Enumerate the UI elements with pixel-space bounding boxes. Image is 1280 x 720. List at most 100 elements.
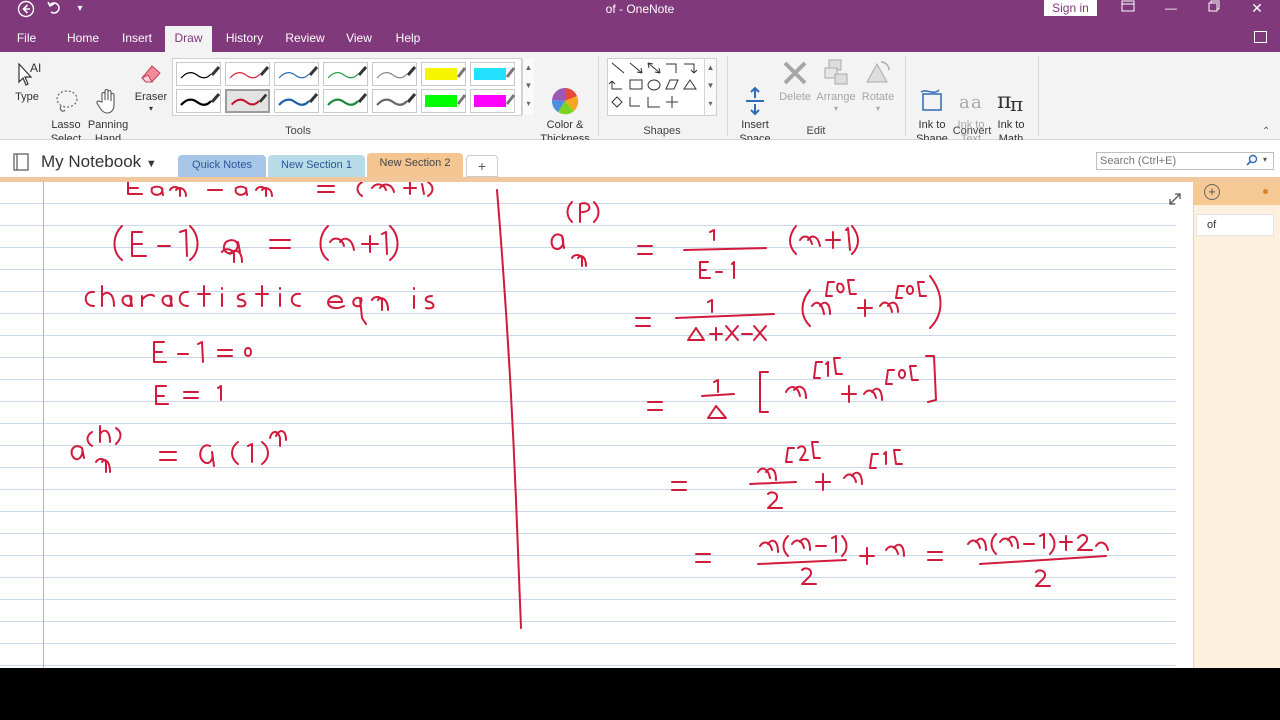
add-page-bar[interactable]: + [1193, 182, 1280, 205]
svg-text:π: π [1010, 92, 1023, 116]
notifications-panel-icon[interactable] [1254, 31, 1267, 43]
color-thickness-button[interactable]: Color & Thickness [536, 58, 594, 146]
arrange-icon [814, 58, 858, 88]
divider [905, 56, 906, 136]
section-tab-new-section-2[interactable]: New Section 2 [367, 153, 463, 177]
pen-gray-thin[interactable] [372, 62, 417, 86]
highlighter-green[interactable] [421, 89, 467, 113]
page-item[interactable]: of [1196, 214, 1274, 236]
pen-green-thin[interactable] [323, 62, 368, 86]
panning-hand-button[interactable]: Panning Hand [86, 58, 130, 146]
shapes-gallery-scroll[interactable]: ▲ ▼ ▾ [704, 59, 716, 115]
close-icon[interactable]: ✕ [1237, 0, 1277, 18]
tab-insert[interactable]: Insert [115, 26, 159, 52]
arrange-dropdown-icon: ▾ [833, 104, 838, 113]
notebook-name-label: My Notebook [41, 152, 142, 171]
rotate-icon [858, 58, 898, 88]
section-tab-quick-notes[interactable]: Quick Notes [178, 155, 266, 177]
more-pens-icon[interactable]: ▾ [523, 95, 534, 113]
insert-space-icon [734, 72, 776, 116]
rotate-button[interactable]: Rotate ▾ [858, 58, 898, 114]
tab-file[interactable]: File [8, 26, 45, 52]
pen-blue-thick[interactable] [274, 89, 319, 113]
maximize-icon[interactable] [1194, 0, 1234, 18]
search-icon[interactable] [1246, 154, 1258, 169]
pi-icon: ππ [990, 72, 1032, 116]
notebook-dropdown-icon[interactable]: ▼ [146, 158, 157, 170]
page-canvas[interactable] [0, 182, 1193, 668]
ink-to-text-icon: aa [952, 72, 990, 113]
handwritten-ink [70, 182, 1109, 629]
sign-in-button[interactable]: Sign in [1044, 0, 1097, 16]
type-label: Type [15, 91, 39, 103]
divider [727, 56, 728, 136]
svg-text:AI: AI [30, 61, 41, 75]
eraser-dropdown-icon[interactable]: ▾ [131, 104, 171, 114]
pen-black-thin[interactable] [176, 62, 221, 86]
delete-button[interactable]: Delete [776, 58, 814, 104]
highlighter-magenta[interactable] [470, 89, 516, 113]
rotate-label: Rotate [861, 91, 895, 103]
pen-black-thick[interactable] [176, 89, 221, 113]
delete-label: Delete [779, 91, 811, 103]
add-section-button[interactable]: + [466, 155, 498, 177]
tab-draw[interactable]: Draw [165, 26, 212, 52]
type-cursor-icon: AI [8, 58, 46, 88]
onenote-window: ▾ of - OneNote Sign in — ✕ File Home Ins… [0, 0, 1280, 668]
ribbon-display-options-icon[interactable] [1108, 0, 1148, 18]
tab-history[interactable]: History [218, 26, 271, 52]
svg-text:a: a [971, 92, 982, 113]
title-bar: ▾ of - OneNote Sign in — ✕ [0, 0, 1280, 26]
tools-group-label: Tools [285, 125, 311, 137]
notebook-name[interactable]: My Notebook ▼ [41, 152, 157, 172]
pen-red-thick-selected[interactable] [225, 89, 270, 113]
ink-to-shape-icon [912, 72, 952, 111]
highlighter-cyan[interactable] [470, 62, 516, 86]
color-wheel-icon [536, 72, 594, 115]
pen-gallery: ▲ ▼ ▾ [172, 58, 534, 116]
rotate-dropdown-icon: ▾ [875, 104, 880, 113]
lasso-select-button[interactable]: Lasso Select [46, 58, 86, 146]
tab-review[interactable]: Review [280, 26, 330, 52]
pen-gallery-scroll[interactable]: ▲ ▼ ▾ [522, 59, 534, 115]
type-button[interactable]: AI Type [8, 58, 46, 104]
page-status-dot [1263, 189, 1268, 194]
eraser-button[interactable]: Eraser ▾ [131, 58, 171, 114]
highlighter-yellow[interactable] [421, 62, 467, 86]
tab-help[interactable]: Help [388, 26, 428, 52]
more-shapes-icon[interactable]: ▾ [705, 95, 716, 113]
notebook-icon[interactable] [12, 153, 30, 171]
scroll-up-icon[interactable]: ▲ [523, 59, 534, 77]
collapse-ribbon-icon[interactable]: ⌃ [1262, 126, 1270, 137]
shapes-scroll-down-icon[interactable]: ▼ [705, 77, 716, 95]
pages-pane [1193, 182, 1280, 668]
shape-icons[interactable] [608, 59, 704, 115]
pen-gray-thick[interactable] [372, 89, 417, 113]
arrange-button[interactable]: Arrange ▾ [814, 58, 858, 114]
shapes-scroll-up-icon[interactable]: ▲ [705, 59, 716, 77]
eraser-icon [131, 58, 171, 88]
shapes-group-label: Shapes [643, 125, 681, 137]
eraser-label: Eraser [134, 91, 168, 103]
expand-page-icon[interactable] [1168, 192, 1182, 206]
scroll-down-icon[interactable]: ▼ [523, 77, 534, 95]
svg-text:a: a [959, 92, 970, 113]
delete-x-icon [776, 58, 814, 88]
add-page-icon[interactable]: + [1204, 184, 1220, 200]
divider [1038, 56, 1039, 136]
pen-green-thick[interactable] [323, 89, 368, 113]
divider [598, 56, 599, 136]
arrange-label: Arrange [816, 91, 856, 103]
shapes-gallery: ▲ ▼ ▾ [607, 58, 717, 116]
pen-blue-thin[interactable] [274, 62, 319, 86]
section-tab-new-section-1[interactable]: New Section 1 [268, 155, 365, 177]
pen-red-thin[interactable] [225, 62, 270, 86]
hand-icon [86, 72, 130, 114]
draw-ribbon: AI Type Lasso Select Panning Hand Eraser… [0, 52, 1280, 145]
minimize-icon[interactable]: — [1151, 0, 1191, 18]
search-scope-dropdown-icon[interactable]: ▾ [1263, 155, 1267, 164]
ribbon-tabs: File Home Insert Draw History Review Vie… [0, 26, 1280, 52]
tab-view[interactable]: View [339, 26, 379, 52]
edit-group-label: Edit [806, 125, 826, 137]
tab-home[interactable]: Home [59, 26, 107, 52]
